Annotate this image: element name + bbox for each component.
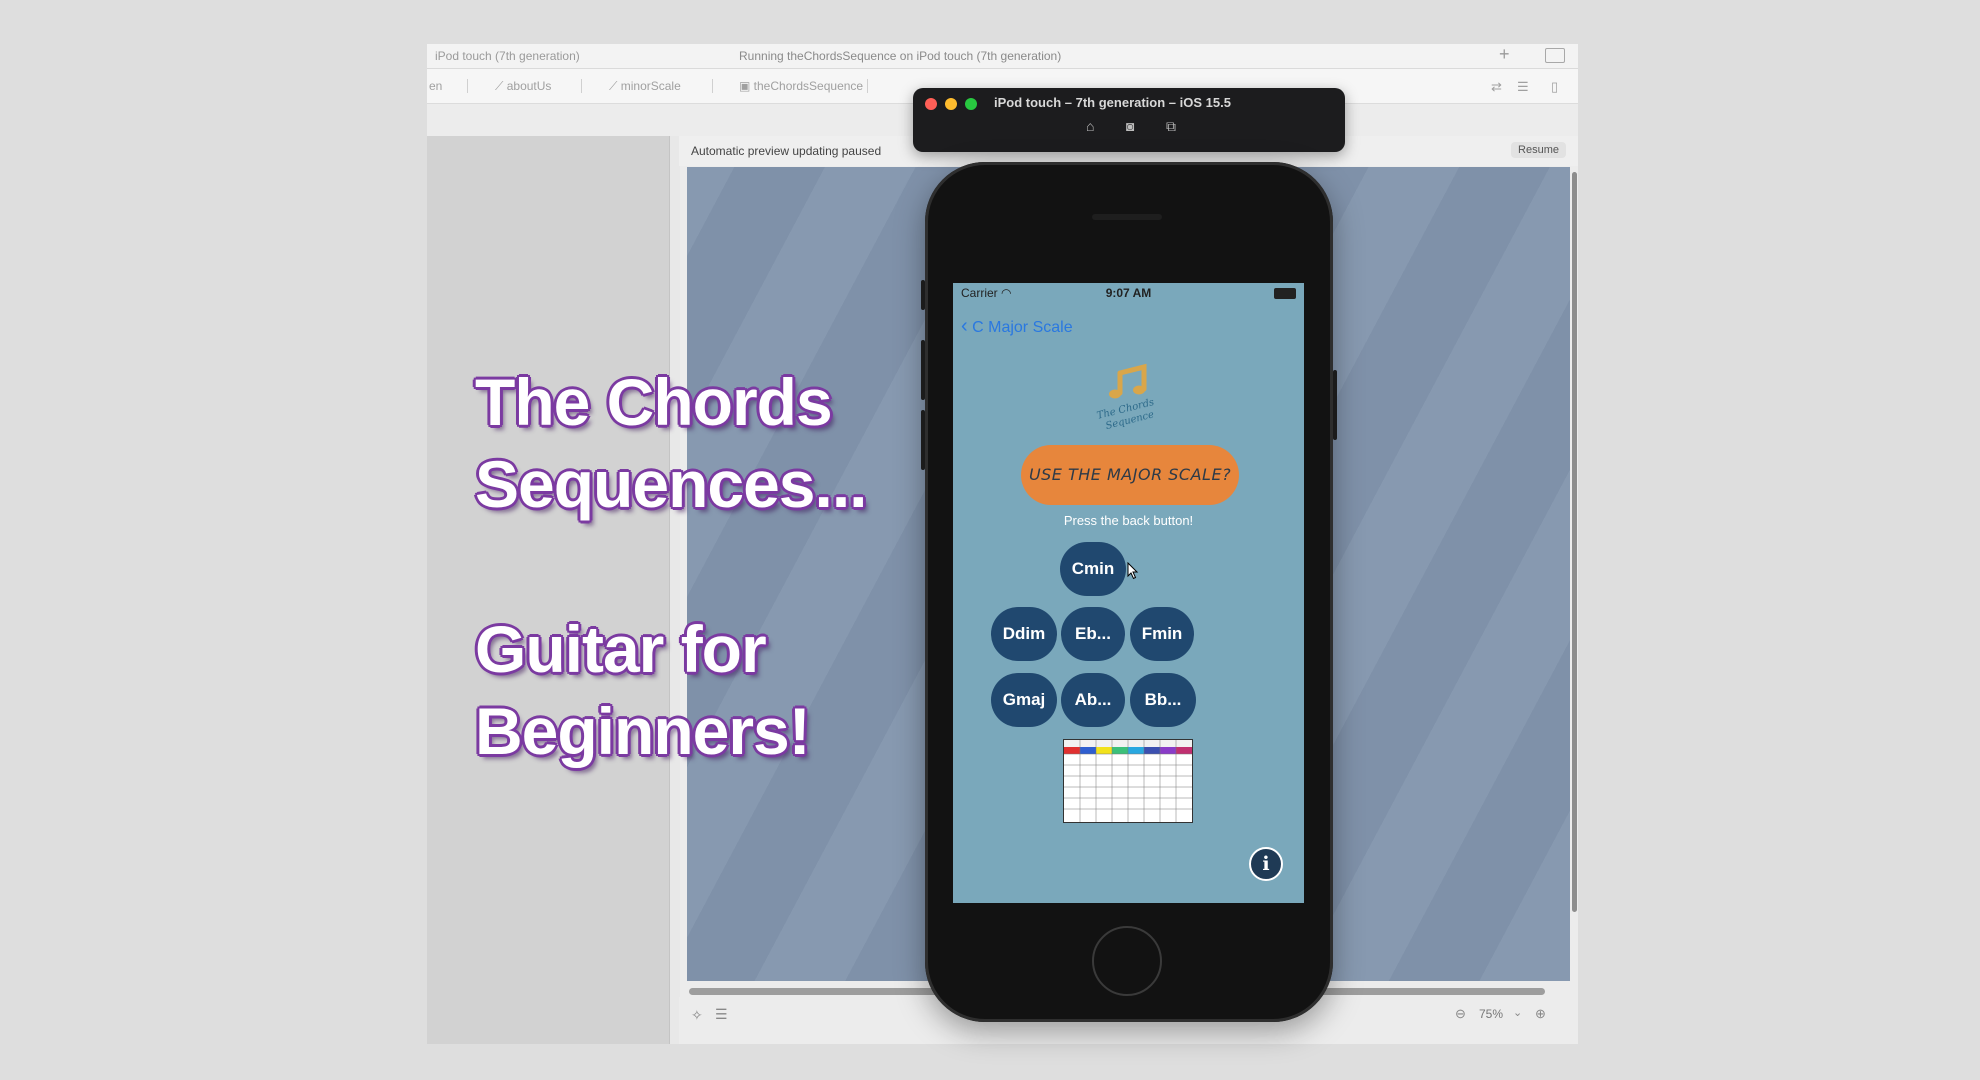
inspector-toggle-icon[interactable]: ▯ [1551, 79, 1558, 95]
preview-paused-message: Automatic preview updating paused [691, 144, 882, 158]
tab-thechordssequence[interactable]: ▣ theChordsSequence [739, 79, 863, 93]
volume-up-button [921, 340, 925, 400]
code-editor-pane [427, 136, 669, 1044]
sidebar-toggle-icon[interactable] [1545, 48, 1565, 63]
back-button-label: C Major Scale [972, 319, 1073, 336]
minimize-window-button[interactable] [945, 98, 957, 110]
overlay-title-line-3: Guitar for [475, 612, 767, 686]
simulator-title: iPod touch – 7th generation – iOS 15.5 [994, 95, 1231, 110]
chord-button-ab[interactable]: Ab... [1061, 673, 1125, 727]
chord-button-bb[interactable]: Bb... [1130, 673, 1196, 727]
chord-chart-image[interactable] [1063, 739, 1193, 823]
tab-divider [867, 79, 868, 93]
info-icon: i [1262, 853, 1270, 875]
add-tab-icon[interactable]: + [1499, 44, 1510, 65]
tab-divider [581, 79, 582, 93]
app-logo: The Chords Sequence [1096, 363, 1155, 432]
adjust-editor-icon[interactable]: ☰ [1517, 79, 1529, 95]
swift-file-icon: ⟋ [495, 79, 507, 93]
zoom-level[interactable]: 75% [1479, 1007, 1503, 1021]
window-titlebar: iPod touch (7th generation) Running theC… [427, 44, 1578, 69]
chord-button-ddim[interactable]: Ddim [991, 607, 1057, 661]
power-button [1333, 370, 1337, 440]
back-button[interactable]: ‹ C Major Scale [961, 315, 1073, 338]
zoom-window-button[interactable] [965, 98, 977, 110]
close-window-button[interactable] [925, 98, 937, 110]
chord-button-fmin[interactable]: Fmin [1130, 607, 1194, 661]
tab-aboutus[interactable]: ⟋ aboutUs [495, 79, 551, 94]
split-divider[interactable] [669, 136, 680, 1044]
home-button[interactable] [1092, 926, 1162, 996]
zoom-in-icon[interactable]: ⊕ [1535, 1006, 1546, 1022]
screenshot-icon[interactable]: ◙ [1126, 118, 1134, 134]
volume-down-button [921, 410, 925, 470]
rotate-icon[interactable]: ⧉ [1166, 118, 1176, 135]
pin-icon[interactable]: ✧ [691, 1007, 703, 1024]
tab-en[interactable]: en [429, 79, 442, 93]
use-major-scale-button[interactable]: USE THE MAJOR SCALE? [1021, 445, 1239, 505]
earpiece-speaker [1092, 214, 1162, 220]
chord-button-cmin[interactable]: Cmin [1060, 542, 1126, 596]
info-button[interactable]: i [1249, 847, 1283, 881]
app-screen: Carrier ◠ 9:07 AM ‹ C Major Scale The Ch… [953, 283, 1304, 903]
chevron-down-icon[interactable]: ⌄ [1513, 1006, 1522, 1019]
mouse-cursor-icon [1127, 562, 1139, 580]
battery-icon [1274, 288, 1296, 299]
canvas-vertical-scrollbar[interactable] [1572, 172, 1577, 912]
tab-label: theChordsSequence [753, 79, 864, 93]
chord-button-gmaj[interactable]: Gmaj [991, 673, 1057, 727]
run-status-text: Running theChordsSequence on iPod touch … [739, 49, 1062, 63]
simulator-toolbar: iPod touch – 7th generation – iOS 15.5 ⌂… [913, 88, 1345, 152]
resume-button[interactable]: Resume [1511, 142, 1566, 158]
overlay-title-line-2: Sequences... [475, 447, 868, 521]
chevron-left-icon: ‹ [961, 315, 968, 337]
swift-file-icon: ⟋ [609, 79, 621, 93]
home-icon[interactable]: ⌂ [1086, 118, 1094, 134]
jump-back-icon[interactable]: ⇄ [1491, 79, 1502, 95]
tab-label: aboutUs [506, 79, 552, 93]
status-bar: Carrier ◠ 9:07 AM [953, 283, 1304, 305]
mute-switch [921, 280, 925, 310]
status-time: 9:07 AM [1105, 286, 1152, 300]
overlay-title-line-1: The Chords [475, 365, 833, 439]
overlay-title-line-4: Beginners! [475, 694, 811, 768]
zoom-out-icon[interactable]: ⊖ [1455, 1006, 1466, 1022]
tab-divider [467, 79, 468, 93]
device-scheme-selector[interactable]: iPod touch (7th generation) [435, 49, 580, 63]
chord-button-eb[interactable]: Eb... [1061, 607, 1125, 661]
tab-minorscale[interactable]: ⟋ minorScale [609, 79, 681, 94]
list-icon[interactable]: ☰ [715, 1006, 728, 1023]
hint-text: Press the back button! [1063, 513, 1194, 528]
tab-divider [712, 79, 713, 93]
tab-label: minorScale [620, 79, 681, 93]
app-file-icon: ▣ [739, 79, 754, 93]
